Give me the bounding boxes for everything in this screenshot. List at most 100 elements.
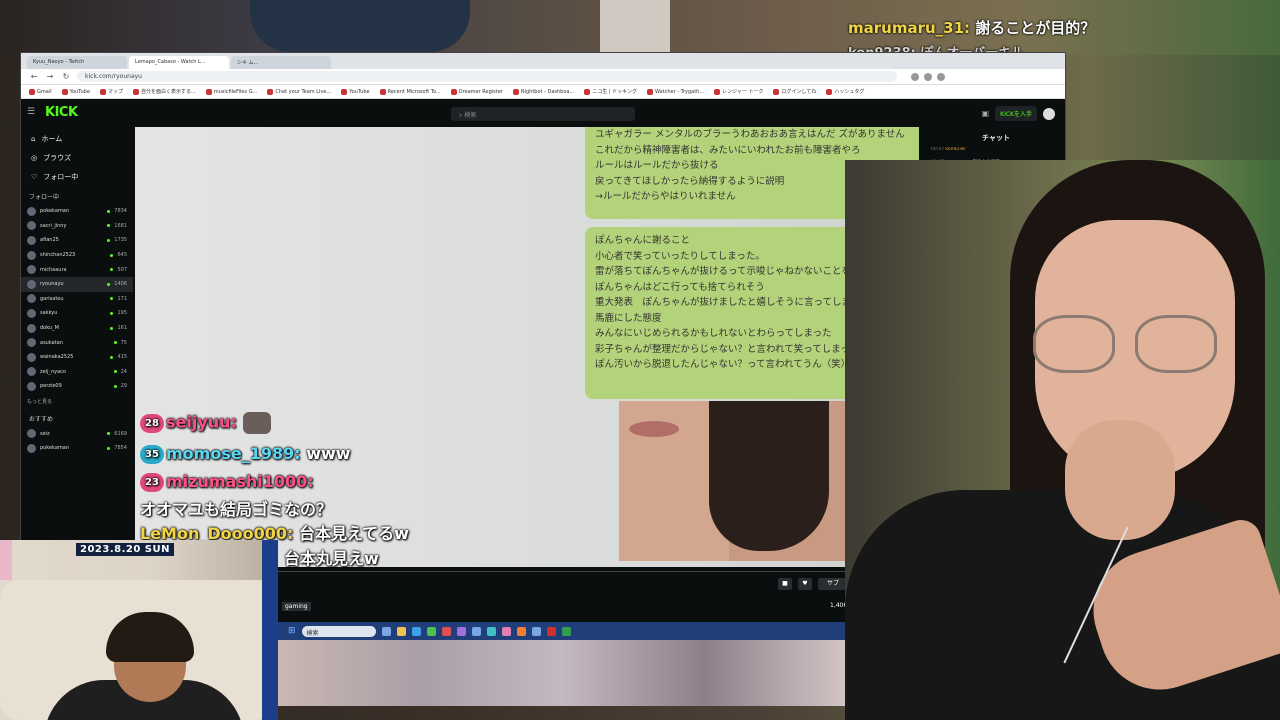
tab-bar: Kyuu_Naoyo - Twitch Lemapo_Cabaso - Watc… <box>21 53 1065 69</box>
app-icon[interactable] <box>561 626 571 636</box>
following-channel[interactable]: asukatan 75 <box>21 335 133 350</box>
live-dot-icon <box>113 341 117 345</box>
address-bar: ← → ↻ kick.com/ryounayu <box>21 69 1065 85</box>
url-field[interactable]: kick.com/ryounayu <box>77 71 897 82</box>
avatar <box>27 235 36 245</box>
app-icon[interactable] <box>471 626 481 636</box>
app-icon[interactable] <box>381 626 391 636</box>
taskbar-search[interactable]: 検索 <box>301 625 376 637</box>
live-dot-icon <box>110 311 114 315</box>
live-dot-icon <box>107 282 111 286</box>
clip-icon[interactable]: ■ <box>778 578 792 590</box>
hand <box>1065 420 1175 540</box>
bookmark[interactable]: Nightbot - Dashboa... <box>512 88 574 95</box>
browser-tab[interactable]: シキ ム... <box>231 56 331 69</box>
search-input[interactable]: ⌕ 検索 <box>451 107 635 121</box>
bookmark[interactable]: Recent Microsoft To... <box>379 88 441 95</box>
chat-message: 00:47 kon9238 <box>927 147 1065 159</box>
poster <box>0 540 12 580</box>
bookmark[interactable]: 自分を面白く表示する... <box>132 88 196 95</box>
following-channel[interactable]: sacri_jinny 1681 <box>21 219 133 234</box>
extension-icon[interactable] <box>924 72 932 81</box>
sidebar-item-browse[interactable]: ◎ ブラウズ <box>21 148 133 167</box>
recommended-channel[interactable]: seiz 6169 <box>21 426 133 441</box>
recommended-channel[interactable]: pokekaman 7854 <box>21 441 133 456</box>
live-dot-icon <box>110 326 114 330</box>
forward-icon[interactable]: → <box>45 72 55 81</box>
background-object <box>600 0 670 52</box>
following-channel[interactable]: garisatou 171 <box>21 292 133 307</box>
get-kick-button[interactable]: KICKを入手 <box>995 106 1037 121</box>
overlay-user: mizumashi1000: <box>166 472 314 491</box>
avatar <box>27 265 36 275</box>
subscribe-button[interactable]: サブ <box>818 578 848 590</box>
profile-icon[interactable] <box>937 72 945 81</box>
sub-badge: 23 <box>140 473 164 492</box>
back-icon[interactable]: ← <box>29 72 39 81</box>
app-icon[interactable] <box>396 626 406 636</box>
avatar <box>27 250 36 260</box>
app-icon[interactable] <box>516 626 526 636</box>
bookmark[interactable]: Dreamer Register <box>450 88 503 95</box>
browser-tab[interactable]: Kyuu_Naoyo - Twitch <box>27 56 127 69</box>
kick-logo[interactable]: KICK <box>45 105 78 120</box>
following-channel[interactable]: wainaka2525 415 <box>21 350 133 365</box>
bubble-line: これだから精神障害者は、みたいにいわれたお前も障害者やろ <box>595 144 861 156</box>
overlay-chat-line: 35 momose_1989: www <box>140 444 351 464</box>
live-dot-icon <box>110 268 114 272</box>
following-channel[interactable]: zeij_nyaco 24 <box>21 365 133 380</box>
overlay-text: 台本丸見えw <box>284 549 379 568</box>
chat-user[interactable]: kon9238 <box>945 147 965 152</box>
avatar <box>27 443 36 453</box>
app-icon[interactable] <box>501 626 511 636</box>
app-icon[interactable] <box>411 626 421 636</box>
bookmark[interactable]: マップ <box>99 88 123 95</box>
browser-tab-active[interactable]: Lemapo_Cabaso - Watch L... <box>129 56 229 69</box>
following-channel-selected[interactable]: ryounayu 1406 <box>21 276 133 292</box>
show-more-link[interactable]: もっと見る <box>21 394 133 409</box>
app-icon[interactable] <box>456 626 466 636</box>
category-tag[interactable]: gaming <box>282 602 311 611</box>
bookmark[interactable]: ログインしてね <box>773 88 816 95</box>
bookmark[interactable]: Chat your Team Live... <box>267 88 331 95</box>
following-channel[interactable]: perzie09 29 <box>21 379 133 394</box>
bookmark[interactable]: ニコ生 | ドッキング <box>584 88 637 95</box>
live-dot-icon <box>107 209 111 213</box>
bookmark[interactable]: レンジャー トーク <box>714 88 763 95</box>
app-icon[interactable] <box>441 626 451 636</box>
app-icon[interactable] <box>486 626 496 636</box>
following-channel[interactable]: doku_M 161 <box>21 321 133 336</box>
bookmark[interactable]: Gmail <box>29 88 52 95</box>
sidebar-item-home[interactable]: ⌂ ホーム <box>21 129 133 148</box>
header-actions: ▣ KICKを入手 <box>982 106 1055 121</box>
following-channel[interactable]: afian25 1735 <box>21 233 133 248</box>
live-dot-icon <box>110 355 114 359</box>
heart-icon[interactable]: ♥ <box>798 578 812 590</box>
following-header: フォロー中 <box>29 194 60 201</box>
app-icon[interactable] <box>546 626 556 636</box>
extension-icon[interactable] <box>911 72 919 81</box>
bookmark[interactable]: YouTube <box>341 88 370 95</box>
app-icon[interactable] <box>426 626 436 636</box>
streamer-camera <box>845 160 1280 720</box>
following-channel[interactable]: sakkyu 195 <box>21 306 133 321</box>
avatar <box>27 206 36 216</box>
bookmark[interactable]: Watcher - Trygath... <box>646 88 704 95</box>
following-channel[interactable]: michaaura 507 <box>21 262 133 277</box>
sidebar-item-label: フォロー中 <box>43 172 79 181</box>
following-channel[interactable]: pokekaman 7834 <box>21 204 133 219</box>
app-icon[interactable] <box>531 626 541 636</box>
bookmark[interactable]: ハッシュタグ <box>826 88 864 95</box>
reload-icon[interactable]: ↻ <box>61 72 71 81</box>
kick-header: ☰ KICK ⌕ 検索 ▣ KICKを入手 <box>21 101 1065 127</box>
bookmark[interactable]: musicfileFiles G... <box>205 88 257 95</box>
avatar[interactable] <box>1043 107 1055 120</box>
guest-camera: 2023.8.20 SUN <box>0 540 278 720</box>
bookmark[interactable]: YouTube <box>61 88 90 95</box>
menu-icon[interactable]: ☰ <box>27 107 35 117</box>
sidebar-item-following[interactable]: ♡ フォロー中 <box>21 167 133 186</box>
live-dot-icon <box>110 253 114 257</box>
notification-icon[interactable]: ▣ <box>982 109 990 118</box>
windows-start-icon[interactable]: ⊞ <box>288 626 296 636</box>
following-channel[interactable]: shinchan2523 645 <box>21 248 133 263</box>
